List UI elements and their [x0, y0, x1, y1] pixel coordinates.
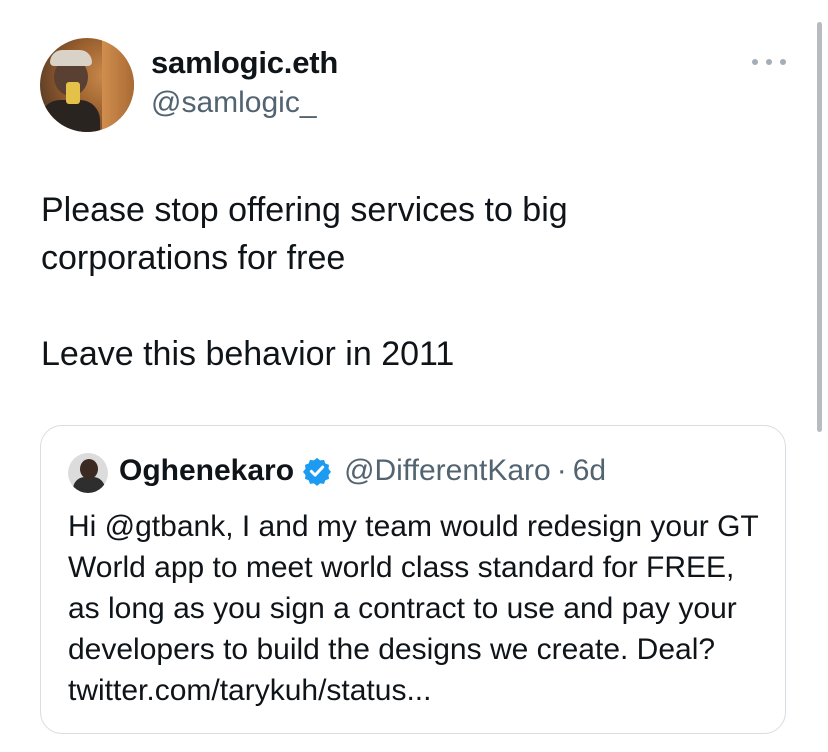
quoted-tweet-header: Oghenekaro @DifferentKaro · 6d: [119, 454, 606, 488]
author-handle[interactable]: @samlogic_: [151, 86, 317, 120]
quoted-author-avatar[interactable]: [68, 453, 108, 493]
avatar-cap: [50, 50, 92, 66]
quoted-tweet-card[interactable]: Oghenekaro @DifferentKaro · 6d Hi @gtban…: [40, 425, 786, 734]
quoted-avatar-body: [73, 477, 105, 493]
quoted-tweet-timestamp[interactable]: 6d: [573, 454, 606, 488]
quoted-avatar-head: [80, 459, 98, 479]
quoted-author-display-name[interactable]: Oghenekaro: [119, 454, 294, 488]
more-dot: [752, 59, 758, 65]
more-dot: [766, 59, 772, 65]
scrollbar[interactable]: [817, 22, 822, 432]
avatar-background: [102, 38, 134, 132]
avatar-phone: [66, 82, 80, 104]
quoted-author-handle[interactable]: @DifferentKaro: [344, 454, 551, 488]
tweet-text: Please stop offering services to big cor…: [41, 191, 568, 373]
header-separator: ·: [556, 454, 567, 487]
verified-badge-icon: [303, 457, 332, 486]
more-options-icon[interactable]: [752, 52, 786, 72]
avatar-body: [40, 100, 100, 132]
quoted-tweet-text: Hi @gtbank, I and my team would redesign…: [68, 510, 759, 707]
more-dot: [780, 59, 786, 65]
author-avatar[interactable]: [40, 38, 134, 132]
author-display-name[interactable]: samlogic.eth: [151, 45, 338, 81]
